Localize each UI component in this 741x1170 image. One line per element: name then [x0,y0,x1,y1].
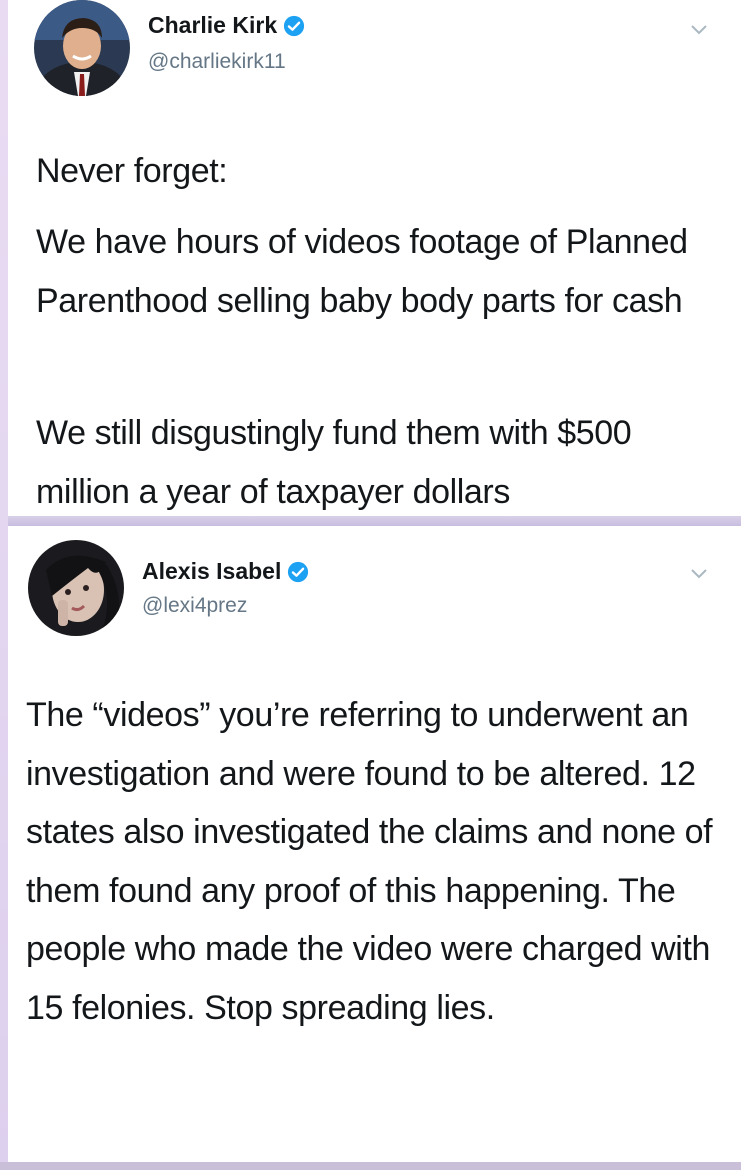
tweet-card[interactable]: Charlie Kirk @charliekirk11 Never forget… [8,0,741,516]
author-handle[interactable]: @lexi4prez [142,594,247,618]
tweet-text: We still disgustingly fund them with $50… [36,404,726,522]
tweet-text: The “videos” you’re referring to underwe… [26,686,726,1037]
verified-badge-icon [284,15,305,36]
author-name[interactable]: Charlie Kirk [148,12,277,39]
author-name-row[interactable]: Alexis Isabel [142,558,309,585]
avatar[interactable] [34,0,130,96]
chevron-down-icon[interactable] [690,568,708,580]
tweet-paragraph: Never forget: [36,152,228,190]
tweet-paragraph: We have hours of videos footage of Plann… [36,223,688,320]
tweet-text: We have hours of videos footage of Plann… [36,213,726,331]
avatar-photo [28,540,124,636]
author-name-row[interactable]: Charlie Kirk [148,12,305,39]
avatar-photo [34,0,130,96]
verified-badge-icon [288,561,309,582]
avatar[interactable] [28,540,124,636]
chevron-down-icon[interactable] [690,24,708,36]
tweet-paragraph: We still disgustingly fund them with $50… [36,414,632,511]
author-handle[interactable]: @charliekirk11 [148,50,286,74]
author-name[interactable]: Alexis Isabel [142,558,281,585]
tweet-text: Never forget: [36,142,726,201]
tweet-paragraph: The “videos” you’re referring to underwe… [26,696,713,1027]
tweet-card[interactable]: Alexis Isabel @lexi4prez The “videos” yo… [8,526,741,1162]
bottom-edge [0,1162,741,1170]
tweet-divider [8,516,741,526]
left-edge [0,0,8,1170]
